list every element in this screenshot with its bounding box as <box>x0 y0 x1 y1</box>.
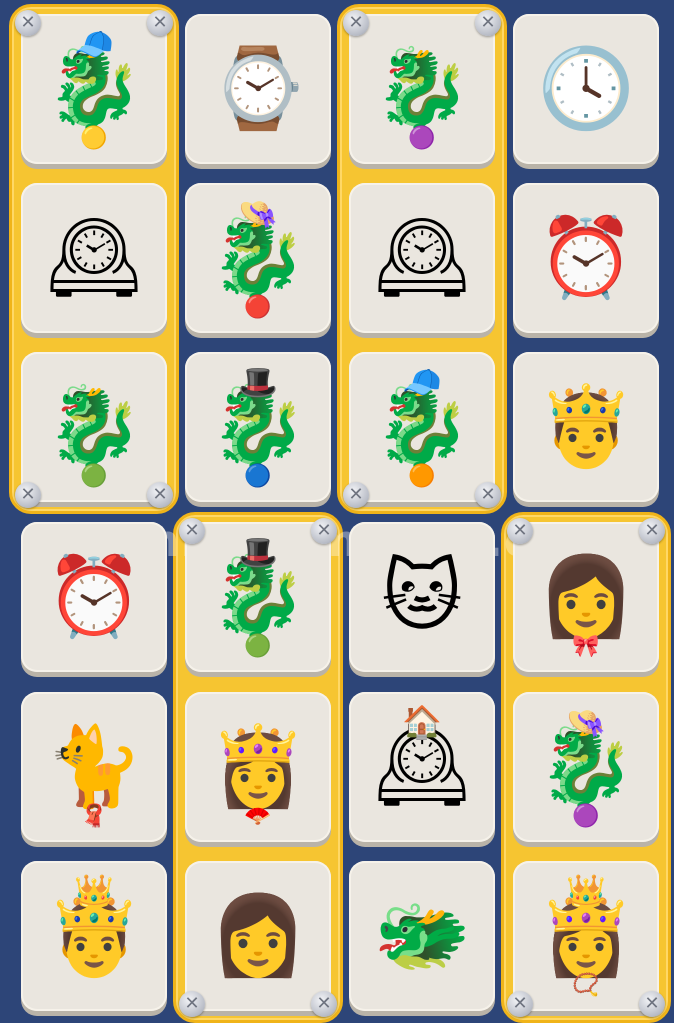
screw-icon: ✕ <box>147 482 173 508</box>
tile-smartwatch[interactable]: ⌚ <box>185 14 331 164</box>
tile-golden-dragon[interactable]: 🐲 <box>349 861 495 1011</box>
tile-dragon-blue-hat-blue-glasses[interactable]: 🐉 🎩 🔵 <box>185 352 331 502</box>
accessory-icon: 🎩 <box>238 363 278 401</box>
screw-icon: ✕ <box>179 518 205 544</box>
tile-woman-bonnet[interactable]: 👩 🎀 <box>513 522 659 672</box>
tile-dragon-green-beanie-yellow-glasses[interactable]: 🐉 🧢 🟡 <box>21 14 167 164</box>
accessory-icon: 🧢 <box>74 25 114 63</box>
detail-icon: 🔴 <box>244 295 272 320</box>
screw-icon: ✕ <box>639 518 665 544</box>
tile-orange-alarm-clock[interactable]: ⏰ <box>513 183 659 333</box>
detail-icon: 🟢 <box>244 634 272 659</box>
tile-king-crown[interactable]: 🤴 👑 <box>21 861 167 1011</box>
tile-black-mantel-clock[interactable]: 🕰 <box>21 183 167 333</box>
accessory-icon: 👑 <box>566 872 606 910</box>
tile-dragon-purple-glasses[interactable]: 🐉 🟣 <box>349 14 495 164</box>
woman-bonnet-icon: 👩 <box>537 552 635 642</box>
orange-alarm-clock-icon: ⏰ <box>537 213 635 303</box>
woman-red-hair-icon: 👩 <box>209 891 307 981</box>
tile-dragon-green-glasses[interactable]: 🐉 🟢 <box>21 352 167 502</box>
tile-orange-wall-clock[interactable]: 🕓 <box>513 14 659 164</box>
detail-icon: 🔵 <box>244 464 272 489</box>
tile-dragon-straw-hat-red-glasses[interactable]: 🐉 👒 🔴 <box>185 183 331 333</box>
ginger-cat-vest-icon: 🐱 <box>381 552 463 642</box>
screw-icon: ✕ <box>15 482 41 508</box>
king-red-beard-icon: 🤴 <box>537 382 635 472</box>
detail-icon: 🧣 <box>80 804 108 829</box>
tile-dragon-top-hat-green-glasses[interactable]: 🐉 🎩 🟢 <box>185 522 331 672</box>
detail-icon: 🎀 <box>572 634 600 659</box>
screw-icon: ✕ <box>639 991 665 1017</box>
screw-icon: ✕ <box>475 10 501 36</box>
tile-dragon-purple-hat-purple-glasses[interactable]: 🐉 👒 🟣 <box>513 692 659 842</box>
tile-woman-fan-tiara[interactable]: 👸 🪭 <box>185 692 331 842</box>
screw-icon: ✕ <box>475 482 501 508</box>
screw-icon: ✕ <box>343 10 369 36</box>
tile-queen-crown-braids[interactable]: 👸 👑 📿 <box>513 861 659 1011</box>
detail-icon: 🟢 <box>80 464 108 489</box>
game-board: ✕ ✕ ✕ ✕ ✕ ✕ ✕ ✕ ✕ ✕ ✕ ✕ ✕ ✕ ✕ ✕ 🐉 🧢 🟡 ⌚ 🐉 🟣 🕓 🕰 🐉 👒 🔴 🕰 ⏰ 🐉 🟢 🐉 🎩 🔵 🐉 🧢 🟠 🤴 ⏰ 🐉… <box>0 0 674 1023</box>
screw-icon: ✕ <box>179 991 205 1017</box>
tile-cuckoo-clock[interactable]: 🕰 🏠 <box>349 692 495 842</box>
orange-wall-clock-icon: 🕓 <box>537 44 635 134</box>
screw-icon: ✕ <box>147 10 173 36</box>
tile-dragon-purple-beanie-orange-glasses[interactable]: 🐉 🧢 🟠 <box>349 352 495 502</box>
tile-black-alarm-clock[interactable]: ⏰ <box>21 522 167 672</box>
accessory-icon: 🧢 <box>402 363 442 401</box>
dragon-purple-glasses-icon: 🐉 <box>373 44 471 134</box>
dragon-green-glasses-icon: 🐉 <box>45 382 143 472</box>
detail-icon: 📿 <box>572 973 600 998</box>
screw-icon: ✕ <box>507 518 533 544</box>
screw-icon: ✕ <box>311 991 337 1017</box>
golden-dragon-icon: 🐲 <box>373 891 471 981</box>
tile-king-red-beard[interactable]: 🤴 <box>513 352 659 502</box>
smartwatch-icon: ⌚ <box>209 44 307 134</box>
ornate-wall-clock-icon: 🕰 <box>372 213 472 303</box>
detail-icon: 🟡 <box>80 126 108 151</box>
tile-ornate-wall-clock[interactable]: 🕰 <box>349 183 495 333</box>
detail-icon: 🟣 <box>408 126 436 151</box>
tile-ginger-cat-vest[interactable]: 🐱 <box>349 522 495 672</box>
tile-woman-red-hair[interactable]: 👩 <box>185 861 331 1011</box>
black-alarm-clock-icon: ⏰ <box>45 552 143 642</box>
woman-fan-tiara-icon: 👸 <box>209 722 307 812</box>
detail-icon: 🟣 <box>572 804 600 829</box>
screw-icon: ✕ <box>343 482 369 508</box>
accessory-icon: 🏠 <box>402 703 442 741</box>
accessory-icon: 👒 <box>238 194 278 232</box>
screw-icon: ✕ <box>507 991 533 1017</box>
screw-icon: ✕ <box>15 10 41 36</box>
screw-icon: ✕ <box>311 518 337 544</box>
tile-black-cat-scarf[interactable]: 🐈 🧣 <box>21 692 167 842</box>
accessory-icon: 👑 <box>74 872 114 910</box>
black-mantel-clock-icon: 🕰 <box>44 213 144 303</box>
accessory-icon: 🎩 <box>238 533 278 571</box>
detail-icon: 🟠 <box>408 464 436 489</box>
black-cat-scarf-icon: 🐈 <box>45 722 143 812</box>
accessory-icon: 👒 <box>566 703 606 741</box>
detail-icon: 🪭 <box>244 804 272 829</box>
